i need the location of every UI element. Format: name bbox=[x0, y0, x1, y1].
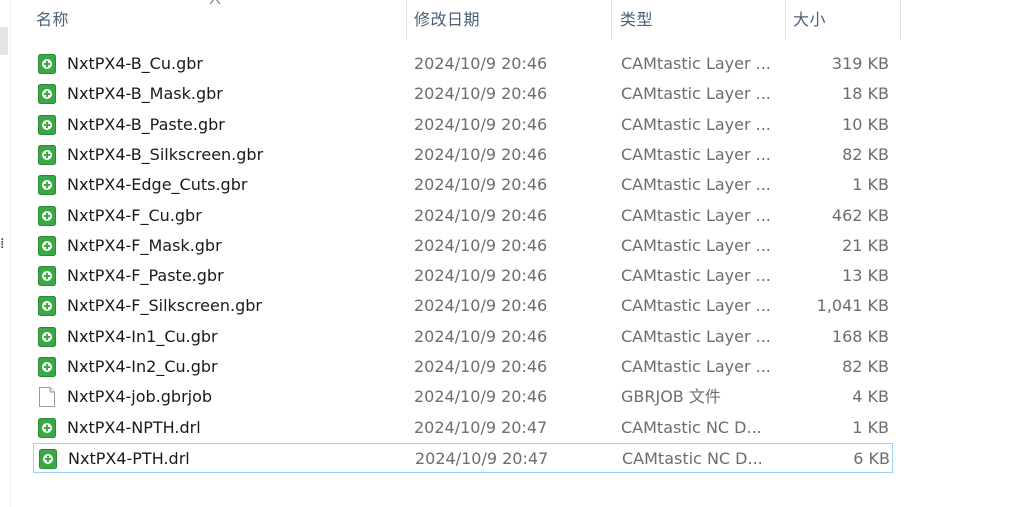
file-size: 168 KB bbox=[831, 326, 889, 346]
file-type: CAMtastic Layer ... bbox=[621, 326, 771, 346]
file-row[interactable]: NxtPX4-job.gbrjob 2024/10/9 20:46 GBRJOB 文… bbox=[33, 382, 893, 412]
column-header-name[interactable]: 名称 bbox=[32, 0, 410, 40]
gerber-file-icon bbox=[38, 296, 56, 317]
file-name: NxtPX4-F_Paste.gbr bbox=[67, 266, 224, 286]
gerber-file-icon bbox=[38, 235, 56, 256]
column-header-size[interactable]: 大小 bbox=[789, 0, 899, 40]
file-type: CAMtastic Layer ... bbox=[621, 84, 771, 104]
navigation-label-fragment: ⁞ bbox=[0, 236, 5, 252]
file-size: 319 KB bbox=[831, 54, 889, 73]
file-name: NxtPX4-B_Paste.gbr bbox=[67, 114, 225, 134]
file-modified-date: 2024/10/9 20:46 bbox=[414, 54, 548, 73]
file-size: 6 KB bbox=[853, 448, 890, 468]
file-modified-date: 2024/10/9 20:46 bbox=[414, 84, 548, 104]
column-divider[interactable] bbox=[785, 0, 786, 40]
file-name: NxtPX4-B_Mask.gbr bbox=[67, 84, 223, 104]
file-type: CAMtastic Layer ... bbox=[621, 266, 771, 286]
file-size: 82 KB bbox=[842, 357, 889, 376]
file-size: 82 KB bbox=[842, 144, 889, 164]
file-type: CAMtastic Layer ... bbox=[621, 357, 771, 376]
file-size: 1,041 KB bbox=[816, 296, 889, 316]
file-type: CAMtastic Layer ... bbox=[621, 54, 771, 73]
file-row[interactable]: NxtPX4-B_Paste.gbr 2024/10/9 20:46 CAMtast… bbox=[33, 110, 893, 140]
file-modified-date: 2024/10/9 20:46 bbox=[414, 326, 548, 346]
blank-file-icon bbox=[38, 387, 56, 408]
file-modified-date: 2024/10/9 20:46 bbox=[414, 296, 548, 316]
file-size: 1 KB bbox=[852, 417, 889, 437]
gerber-file-icon bbox=[38, 54, 56, 74]
column-divider[interactable] bbox=[900, 0, 901, 40]
file-name: NxtPX4-F_Silkscreen.gbr bbox=[67, 296, 262, 316]
gerber-file-icon bbox=[38, 144, 56, 165]
gerber-file-icon bbox=[38, 175, 56, 196]
file-modified-date: 2024/10/9 20:46 bbox=[414, 357, 548, 376]
file-modified-date: 2024/10/9 20:46 bbox=[414, 175, 548, 195]
file-name: NxtPX4-F_Cu.gbr bbox=[67, 205, 202, 225]
file-type: CAMtastic Layer ... bbox=[621, 205, 771, 225]
file-modified-date: 2024/10/9 20:46 bbox=[414, 114, 548, 134]
file-size: 4 KB bbox=[852, 387, 889, 407]
file-type: CAMtastic NC D... bbox=[621, 417, 762, 437]
file-size: 13 KB bbox=[842, 266, 889, 286]
file-modified-date: 2024/10/9 20:46 bbox=[414, 144, 548, 164]
file-type: CAMtastic Layer ... bbox=[621, 296, 771, 316]
file-row[interactable]: NxtPX4-B_Cu.gbr 2024/10/9 20:46 CAMtastic … bbox=[33, 49, 893, 79]
file-size: 18 KB bbox=[842, 84, 889, 104]
file-name: NxtPX4-PTH.drl bbox=[68, 448, 190, 468]
gerber-file-icon bbox=[38, 84, 56, 105]
gerber-file-icon bbox=[38, 357, 56, 377]
file-name: NxtPX4-B_Silkscreen.gbr bbox=[67, 144, 264, 164]
file-modified-date: 2024/10/9 20:46 bbox=[414, 205, 548, 225]
navigation-pane-edge[interactable]: ⁞ bbox=[0, 0, 11, 507]
gerber-file-icon bbox=[38, 417, 56, 438]
file-row[interactable]: NxtPX4-F_Silkscreen.gbr 2024/10/9 20:46 CA… bbox=[33, 291, 893, 321]
file-row[interactable]: NxtPX4-Edge_Cuts.gbr 2024/10/9 20:46 CAMta… bbox=[33, 170, 893, 200]
file-name: NxtPX4-In1_Cu.gbr bbox=[67, 326, 218, 346]
gerber-file-icon bbox=[38, 266, 56, 287]
file-modified-date: 2024/10/9 20:47 bbox=[414, 417, 548, 437]
file-row[interactable]: NxtPX4-In1_Cu.gbr 2024/10/9 20:46 CAMtasti… bbox=[33, 322, 893, 352]
file-type: CAMtastic Layer ... bbox=[621, 114, 771, 134]
gerber-file-icon bbox=[38, 205, 56, 226]
file-row[interactable]: NxtPX4-NPTH.drl 2024/10/9 20:47 CAMtastic … bbox=[33, 413, 893, 443]
file-type: CAMtastic Layer ... bbox=[621, 235, 771, 255]
file-size: 1 KB bbox=[852, 175, 889, 195]
file-type: CAMtastic Layer ... bbox=[621, 144, 771, 164]
file-name: NxtPX4-NPTH.drl bbox=[67, 417, 201, 437]
navigation-selected-item[interactable] bbox=[0, 27, 8, 55]
file-modified-date: 2024/10/9 20:46 bbox=[414, 235, 548, 255]
file-name: NxtPX4-Edge_Cuts.gbr bbox=[67, 175, 248, 195]
file-type: CAMtastic Layer ... bbox=[621, 175, 771, 195]
file-row[interactable]: NxtPX4-In2_Cu.gbr 2024/10/9 20:46 CAMtasti… bbox=[33, 352, 893, 382]
file-name: NxtPX4-job.gbrjob bbox=[67, 387, 213, 407]
column-header-bar: 名称 修改日期 类型 大小 bbox=[32, 0, 902, 40]
file-row[interactable]: NxtPX4-B_Silkscreen.gbr 2024/10/9 20:46 CA… bbox=[33, 140, 893, 170]
file-size: 10 KB bbox=[842, 114, 889, 134]
file-size: 21 KB bbox=[842, 235, 889, 255]
column-divider[interactable] bbox=[406, 0, 407, 40]
file-name: NxtPX4-F_Mask.gbr bbox=[67, 235, 222, 255]
gerber-file-icon bbox=[38, 114, 56, 135]
file-row[interactable]: NxtPX4-PTH.drl 2024/10/9 20:47 CAMtastic N… bbox=[33, 442, 893, 473]
gerber-file-icon bbox=[38, 326, 56, 347]
file-type: CAMtastic NC D... bbox=[622, 448, 763, 468]
file-row[interactable]: NxtPX4-F_Mask.gbr 2024/10/9 20:46 CAMtasti… bbox=[33, 231, 893, 261]
file-row[interactable]: NxtPX4-F_Paste.gbr 2024/10/9 20:46 CAMtast… bbox=[33, 261, 893, 291]
file-size: 462 KB bbox=[831, 205, 889, 225]
file-row[interactable]: NxtPX4-B_Mask.gbr 2024/10/9 20:46 CAMtasti… bbox=[33, 79, 893, 109]
gerber-file-icon bbox=[39, 448, 57, 469]
file-name: NxtPX4-In2_Cu.gbr bbox=[67, 357, 218, 376]
file-name: NxtPX4-B_Cu.gbr bbox=[67, 54, 203, 73]
file-modified-date: 2024/10/9 20:46 bbox=[414, 266, 548, 286]
file-explorer-window: ⁞ 名称 修改日期 类型 大小 NxtPX4-B_Cu.gbr 2024/10/9… bbox=[0, 0, 1024, 507]
column-header-type[interactable]: 类型 bbox=[616, 0, 786, 40]
column-divider[interactable] bbox=[611, 0, 612, 40]
column-header-date[interactable]: 修改日期 bbox=[410, 0, 610, 40]
file-type: GBRJOB 文件 bbox=[621, 387, 721, 407]
file-modified-date: 2024/10/9 20:47 bbox=[415, 448, 549, 468]
file-row[interactable]: NxtPX4-F_Cu.gbr 2024/10/9 20:46 CAMtastic … bbox=[33, 201, 893, 231]
file-modified-date: 2024/10/9 20:46 bbox=[414, 387, 548, 407]
